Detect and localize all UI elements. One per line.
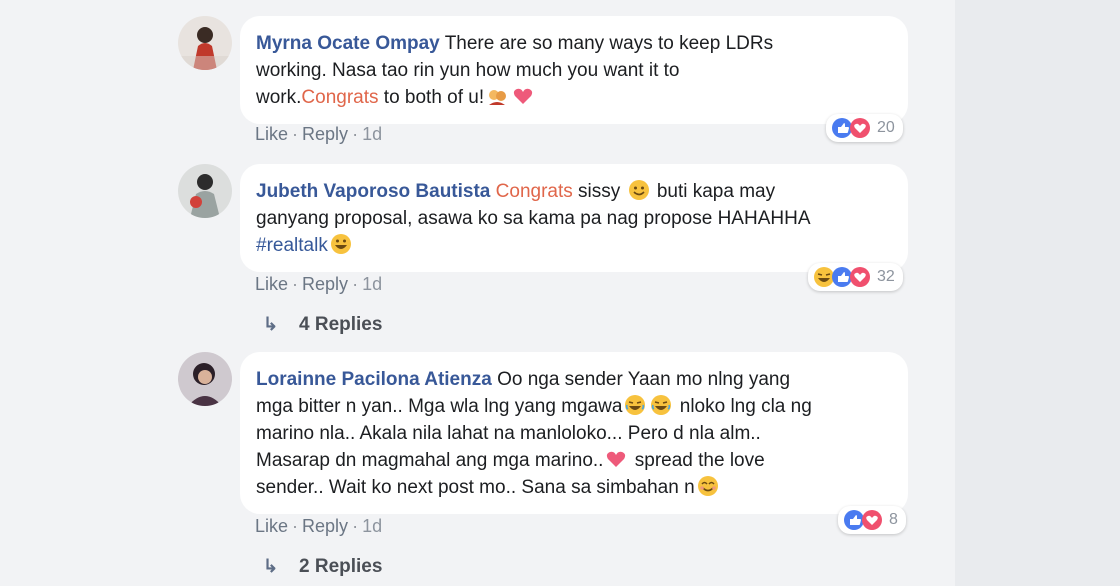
comment-text[interactable]: #realtalk (256, 235, 328, 256)
couple-emoji-icon (486, 85, 508, 107)
reactions-badge[interactable]: 32 (808, 263, 903, 291)
timestamp[interactable]: 1d (362, 516, 382, 536)
comment-author[interactable]: Lorainne Pacilona Atienza (256, 369, 492, 390)
separator: · (292, 124, 299, 144)
love-icon (849, 266, 871, 288)
comment-bubble: Lorainne Pacilona Atienza Oo nga sender … (240, 352, 908, 514)
comment-text: sender.. Wait ko next post mo.. Sana sa … (256, 477, 695, 498)
view-replies-link[interactable]: ↳ 4 Replies (263, 314, 382, 336)
blush-emoji-icon (697, 475, 719, 497)
comment-text: marino nla.. Akala nila lahat na manlolo… (256, 423, 761, 444)
separator: · (352, 516, 359, 536)
laughing-emoji-icon (650, 394, 672, 416)
comment-text: nloko lng cla ng (674, 396, 812, 417)
right-sidebar-background (955, 0, 1120, 586)
replies-count[interactable]: 2 Replies (299, 556, 382, 577)
like-link[interactable]: Like (255, 124, 288, 144)
reactions-badge[interactable]: 8 (838, 506, 906, 534)
laughing-emoji-icon (624, 394, 646, 416)
reaction-count: 8 (889, 511, 898, 528)
reaction-count: 32 (877, 268, 895, 285)
comment-actions: Like · Reply · 1d (255, 274, 382, 295)
comment-text: spread the love (629, 450, 765, 471)
reaction-count: 20 (877, 119, 895, 136)
avatar[interactable] (178, 16, 232, 70)
highlighted-text: Congrats (301, 87, 379, 108)
comment-text: mga bitter n yan.. Mga wla lng yang mgaw… (256, 396, 623, 417)
love-icon (861, 509, 883, 531)
comment-actions: Like · Reply · 1d (255, 516, 382, 537)
comment-text: working. Nasa tao rin yun how much you w… (256, 60, 680, 81)
separator: · (352, 124, 359, 144)
reactions-badge[interactable]: 20 (826, 114, 903, 142)
comment-text: to both of u! (378, 87, 485, 108)
avatar[interactable] (178, 164, 232, 218)
separator: · (292, 516, 299, 536)
like-link[interactable]: Like (255, 516, 288, 536)
timestamp[interactable]: 1d (362, 274, 382, 294)
reply-arrow-icon: ↳ (263, 556, 279, 576)
comment-bubble: Myrna Ocate Ompay There are so many ways… (240, 16, 908, 124)
avatar[interactable] (178, 352, 232, 406)
comment-text: There are so many ways to keep LDRs (444, 33, 774, 54)
reply-link[interactable]: Reply (302, 516, 348, 536)
reply-link[interactable]: Reply (302, 274, 348, 294)
grin-emoji-icon (330, 233, 352, 255)
reply-link[interactable]: Reply (302, 124, 348, 144)
comment-text: buti kapa may (651, 181, 776, 202)
highlighted-text: Congrats (495, 181, 573, 202)
view-replies-link[interactable]: ↳ 2 Replies (263, 556, 382, 578)
replies-count[interactable]: 4 Replies (299, 314, 382, 335)
comment-author[interactable]: Myrna Ocate Ompay (256, 33, 440, 54)
heart-emoji-icon (512, 85, 534, 107)
comment-text: work. (256, 87, 302, 108)
like-link[interactable]: Like (255, 274, 288, 294)
comment-actions: Like · Reply · 1d (255, 124, 382, 145)
comment-text: ganyang proposal, asawa ko sa kama pa na… (256, 208, 811, 229)
smile-emoji-icon (628, 179, 650, 201)
love-icon (849, 117, 871, 139)
separator: · (292, 274, 299, 294)
heart-emoji-icon (605, 448, 627, 470)
comment-bubble: Jubeth Vaporoso Bautista Congrats sissy … (240, 164, 908, 272)
comment-author[interactable]: Jubeth Vaporoso Bautista (256, 181, 490, 202)
comment-text: sissy (572, 181, 626, 202)
separator: · (352, 274, 359, 294)
comment-text: Oo nga sender Yaan mo nlng yang (497, 369, 791, 390)
comment-text: Masarap dn magmahal ang mga marino.. (256, 450, 604, 471)
timestamp[interactable]: 1d (362, 124, 382, 144)
reply-arrow-icon: ↳ (263, 314, 279, 334)
